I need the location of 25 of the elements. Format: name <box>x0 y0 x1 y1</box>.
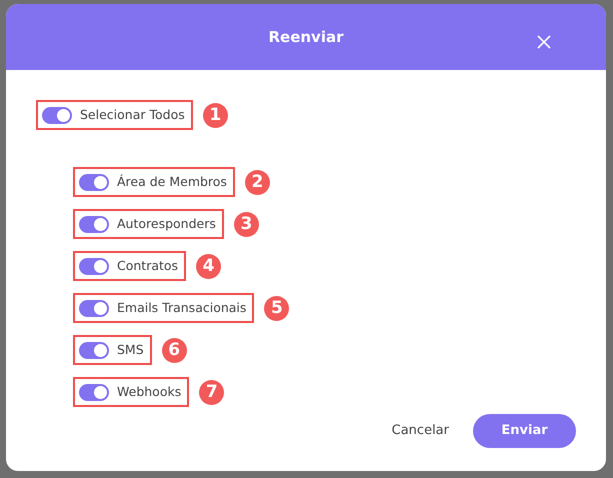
send-button[interactable]: Enviar <box>473 414 576 448</box>
number-marker: 2 <box>244 170 270 194</box>
toggle-label: Selecionar Todos <box>80 106 185 124</box>
number-marker: 7 <box>199 380 224 404</box>
toggle-label: Emails Transacionais <box>117 298 246 317</box>
close-icon <box>536 34 552 50</box>
cancel-button[interactable]: Cancelar <box>392 421 449 441</box>
toggle-label: Contratos <box>117 256 178 275</box>
toggle-switch[interactable] <box>79 300 109 316</box>
number-marker: 6 <box>162 338 187 362</box>
number-marker: 1 <box>202 102 228 128</box>
toggle-switch[interactable] <box>79 174 109 190</box>
toggle-switch[interactable] <box>79 342 109 358</box>
toggle-switch[interactable] <box>79 216 109 232</box>
toggle-label: Webhooks <box>117 382 182 401</box>
toggle-switch[interactable] <box>79 258 109 274</box>
toggle-label: Área de Membros <box>117 172 227 191</box>
toggle-switch[interactable] <box>42 106 72 124</box>
number-marker: 3 <box>234 212 259 236</box>
toggle-label: SMS <box>117 340 144 359</box>
number-marker: 5 <box>264 296 290 320</box>
toggle-switch[interactable] <box>79 384 109 400</box>
dialog-title: Reenviar <box>268 26 344 48</box>
number-marker: 4 <box>196 254 222 278</box>
toggle-label: Autoresponders <box>117 214 216 233</box>
